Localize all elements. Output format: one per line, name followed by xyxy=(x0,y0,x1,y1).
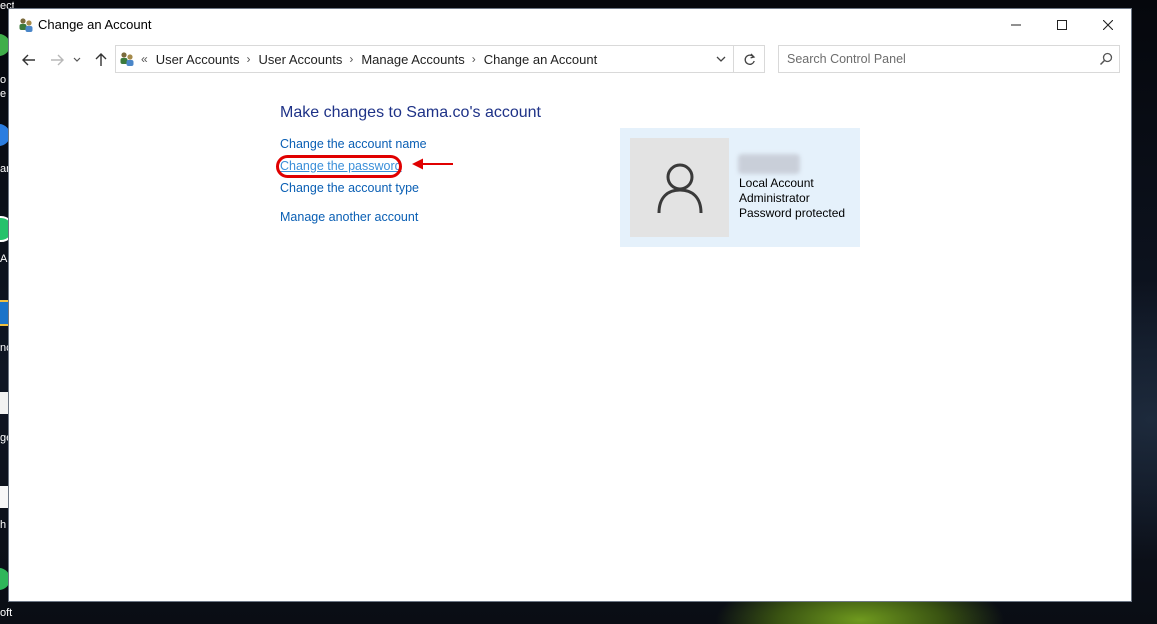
address-bar[interactable]: « User Accounts › User Accounts › Manage… xyxy=(115,45,765,73)
breadcrumb-item[interactable]: User Accounts xyxy=(259,52,343,67)
minimize-button[interactable] xyxy=(993,9,1039,41)
close-button[interactable] xyxy=(1085,9,1131,41)
recent-locations-button[interactable] xyxy=(71,50,83,70)
window-title: Change an Account xyxy=(38,17,152,32)
account-password-status: Password protected xyxy=(739,206,846,220)
dropdown-chevron-icon xyxy=(716,56,726,62)
refresh-icon xyxy=(744,53,755,65)
breadcrumb-item[interactable]: Manage Accounts xyxy=(361,52,464,67)
breadcrumb-overflow[interactable]: « xyxy=(141,52,148,66)
control-panel-window: Change an Account « User Accounts › User… xyxy=(9,9,1131,601)
page-title: Make changes to Sama.co's account xyxy=(280,104,541,121)
user-avatar-icon xyxy=(657,163,702,213)
up-arrow-icon xyxy=(95,53,107,66)
minimize-icon xyxy=(1011,24,1021,26)
search-input[interactable]: Search Control Panel xyxy=(787,52,906,66)
search-icon[interactable] xyxy=(1099,52,1113,71)
breadcrumb-item[interactable]: Change an Account xyxy=(484,52,597,67)
red-arrow-icon xyxy=(412,158,453,170)
forward-arrow-icon xyxy=(51,54,64,66)
breadcrumb-item[interactable]: User Accounts xyxy=(156,52,240,67)
recent-chevron-icon xyxy=(73,57,81,62)
back-button[interactable] xyxy=(19,50,39,70)
change-account-name-link[interactable]: Change the account name xyxy=(280,137,427,151)
desktop-icons-strip: ect o e ar Ap nc ge h oft xyxy=(0,0,14,624)
maximize-icon xyxy=(1057,20,1067,30)
address-dropdown-button[interactable] xyxy=(710,46,732,72)
account-role-label: Administrator xyxy=(739,191,810,205)
breadcrumb-separator[interactable]: › xyxy=(472,52,476,66)
breadcrumb-separator[interactable]: › xyxy=(247,52,251,66)
avatar xyxy=(630,138,729,237)
title-bar[interactable]: Change an Account xyxy=(9,9,1131,41)
maximize-button[interactable] xyxy=(1039,9,1085,41)
up-button[interactable] xyxy=(91,50,111,70)
account-type-label: Local Account xyxy=(739,176,814,190)
user-accounts-icon xyxy=(119,51,135,67)
forward-button[interactable] xyxy=(47,50,67,70)
navigation-bar: « User Accounts › User Accounts › Manage… xyxy=(9,44,1131,76)
manage-another-account-link[interactable]: Manage another account xyxy=(280,210,418,224)
close-icon xyxy=(1103,20,1113,30)
breadcrumb-separator[interactable]: › xyxy=(349,52,353,66)
search-box[interactable]: Search Control Panel xyxy=(778,45,1120,73)
account-info-card: Local Account Administrator Password pro… xyxy=(620,128,860,247)
annotation-highlight-oval xyxy=(276,155,402,178)
desktop-label: oft xyxy=(0,607,13,619)
user-accounts-icon xyxy=(18,17,34,33)
account-name-redacted xyxy=(738,154,800,174)
change-account-type-link[interactable]: Change the account type xyxy=(280,181,419,195)
refresh-button[interactable] xyxy=(733,46,764,72)
back-arrow-icon xyxy=(22,54,35,66)
